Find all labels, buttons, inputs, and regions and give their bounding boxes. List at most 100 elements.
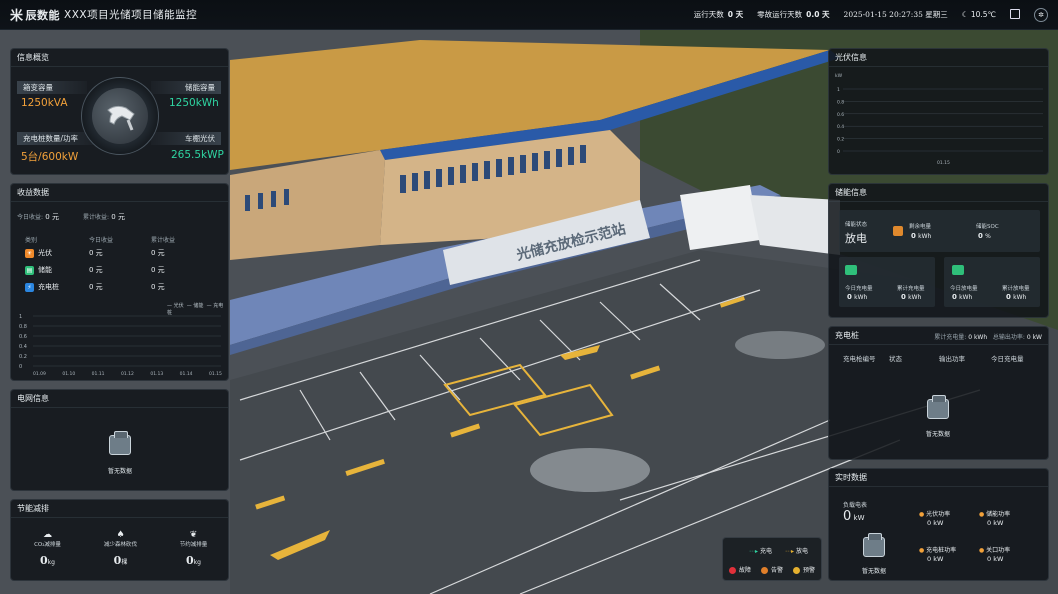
income-head-total: 累计收益 bbox=[151, 237, 176, 244]
sun-icon: ☀ bbox=[25, 248, 34, 258]
storage-soc-label: 储能SOC bbox=[976, 224, 999, 230]
y-tick-label: 0.8 bbox=[19, 324, 27, 330]
realtime-title: 实时数据 bbox=[829, 469, 1048, 487]
x-tick-label: 01.14 bbox=[180, 371, 193, 377]
charger-col-id: 充电枪编号 bbox=[843, 355, 876, 363]
y-tick-label: 1 bbox=[19, 314, 22, 320]
discharge-line-icon: ⋯▸ bbox=[785, 548, 795, 555]
x-tick-label: 01.11 bbox=[92, 371, 105, 377]
charger-col-today: 今日充电量 bbox=[991, 355, 1024, 363]
energy-saving: ❦ 节约减排量 0kg bbox=[164, 530, 224, 567]
discharge-battery-icon bbox=[952, 265, 964, 275]
load-meter-value: 0 kW bbox=[843, 509, 865, 524]
income-today: 今日收益: 0 元 bbox=[17, 213, 59, 221]
y-tick-label: 0.8 bbox=[837, 99, 844, 105]
income-storage-total: 0 元 bbox=[151, 266, 165, 274]
rt-gate-power: ● 关口功率 bbox=[979, 547, 1011, 554]
storage-status-value: 放电 bbox=[845, 232, 867, 245]
rt-charger-value: 0 kW bbox=[927, 555, 944, 563]
charger-summary: 累计充电量: 0 kWh 总输出功率: 0 kW bbox=[934, 334, 1042, 341]
empty-box-icon bbox=[109, 431, 131, 455]
overview-panel: 信息概览 箱变容量 1250kVA 储能容量 1250kWh 充电桩数量/功率 … bbox=[10, 48, 229, 175]
storage-status-label: 储能状态 bbox=[845, 222, 868, 228]
storage-today-charge-label: 今日充电量 bbox=[845, 286, 873, 292]
charger-gun-graphic bbox=[81, 77, 159, 155]
weather: ☾ 10.5℃ bbox=[961, 10, 996, 19]
grid-title: 电网信息 bbox=[11, 390, 228, 408]
empty-box-icon bbox=[927, 395, 949, 419]
bulb-icon: ● bbox=[979, 511, 985, 518]
rt-charger-power: ● 充电桩功率 bbox=[919, 547, 957, 554]
energy-panel: 节能减排 ☁ CO₂减排量 0kg ♠ 减少森林砍伐 0棵 ❦ 节约减排量 0k… bbox=[10, 499, 229, 581]
x-tick-label: 01.12 bbox=[121, 371, 134, 377]
y-tick-label: 0.4 bbox=[19, 344, 27, 350]
weather-icon: ☾ bbox=[961, 10, 969, 19]
grid-panel: 电网信息 暂无数据 bbox=[10, 389, 229, 491]
storage-today-discharge-label: 今日放电量 bbox=[950, 286, 978, 292]
energy-forest: ♠ 减少森林砍伐 0棵 bbox=[91, 530, 151, 567]
income-pv-total: 0 元 bbox=[151, 249, 165, 257]
scene-legend: ⋯▸ 充电 ⋯▸ 放电 故障 告警 预警 bbox=[722, 537, 822, 581]
fullscreen-button[interactable] bbox=[1010, 8, 1020, 21]
realtime-empty-text: 暂无数据 bbox=[861, 568, 886, 575]
charge-battery-icon bbox=[845, 265, 857, 275]
transformer-label: 箱变容量 bbox=[17, 81, 87, 94]
legend-fault: 故障 bbox=[729, 565, 751, 574]
rt-pv-value: 0 kW bbox=[927, 519, 944, 527]
income-chart: 1 0.8 0.6 0.4 0.2 0 01.09 01.10 01.11 01.12 01.13 0… bbox=[19, 314, 222, 377]
charger-value: 5台/600kW bbox=[21, 151, 79, 163]
storage-today-discharge-value: 0 kWh bbox=[952, 293, 973, 301]
income-pv-today: 0 元 bbox=[89, 249, 103, 257]
load-meter-label: 负载电表 bbox=[843, 502, 868, 509]
income-charger-today: 0 元 bbox=[89, 283, 103, 291]
income-panel: 收益数据 今日收益: 0 元 累计收益: 0 元 类别 今日收益 累计收益 ☀ 光… bbox=[10, 183, 229, 381]
datetime: 2025-01-15 20:27:35 星期三 bbox=[843, 10, 948, 19]
charger-empty-text: 暂无数据 bbox=[925, 431, 950, 438]
tree-icon: ♠ bbox=[116, 530, 125, 540]
empty-box-icon bbox=[863, 533, 885, 557]
brand: 米 辰数能 XXX项目光储项目储能监控 bbox=[10, 5, 197, 25]
storage-panel: 储能信息 储能状态 放电 剩余电量 0 kWh 储能SOC 0 % 今日充电量 … bbox=[828, 183, 1049, 318]
run-days: 运行天数 0 天 bbox=[693, 10, 744, 19]
y-tick-label: 0.2 bbox=[837, 137, 844, 143]
safe-days: 零故运行天数 0.0 天 bbox=[757, 10, 830, 19]
x-tick-label: 01.15 bbox=[209, 371, 222, 377]
rt-storage-power: ● 储能功率 bbox=[979, 511, 1011, 518]
storage-remain-value: 0 kWh bbox=[911, 232, 932, 240]
charge-line-icon: ⋯▸ bbox=[749, 548, 759, 555]
legend-discharge: ⋯▸ 放电 bbox=[785, 548, 808, 555]
settings-button[interactable]: ✲ bbox=[1034, 7, 1048, 22]
rt-storage-value: 0 kW bbox=[987, 519, 1004, 527]
legend-alarm: 告警 bbox=[761, 565, 783, 574]
storage-remain-label: 剩余电量 bbox=[909, 224, 932, 230]
overview-title: 信息概览 bbox=[11, 49, 228, 67]
y-tick-label: 0.2 bbox=[19, 354, 27, 360]
x-tick-label: 01.15 bbox=[937, 160, 950, 166]
y-tick-label: 1 bbox=[837, 87, 840, 93]
grid-empty-text: 暂无数据 bbox=[107, 468, 132, 475]
leaf-icon: ❦ bbox=[189, 530, 198, 540]
storage-total-discharge-label: 累计放电量 bbox=[1002, 286, 1030, 292]
income-row-pv: ☀ 光伏 bbox=[25, 248, 52, 258]
y-axis-label: kW bbox=[835, 73, 843, 79]
y-tick-label: 0.4 bbox=[837, 124, 844, 130]
cloud-icon: ☁ bbox=[43, 530, 52, 540]
storage-charge-card: 今日充电量 0 kWh 累计充电量 0 kWh bbox=[839, 257, 935, 307]
x-tick-label: 01.10 bbox=[62, 371, 75, 377]
rt-gate-value: 0 kW bbox=[987, 555, 1004, 563]
realtime-panel: 实时数据 负载电表 0 kW 暂无数据 ● 光伏功率 0 kW ● 储能功率 0… bbox=[828, 468, 1049, 581]
carport-value: 265.5kWP bbox=[171, 149, 224, 161]
charger-label: 充电桩数量/功率 bbox=[17, 132, 95, 145]
fault-dot-icon bbox=[729, 567, 736, 574]
y-tick-label: 0.6 bbox=[19, 334, 27, 340]
brand-logo-icon: 米 bbox=[10, 9, 24, 24]
bulb-icon: ● bbox=[979, 547, 985, 554]
storage-status-card: 储能状态 放电 剩余电量 0 kWh 储能SOC 0 % bbox=[839, 210, 1040, 252]
top-bar: 米 辰数能 XXX项目光储项目储能监控 运行天数 0 天 零故运行天数 0.0 天 … bbox=[0, 0, 1058, 30]
x-tick-label: 01.13 bbox=[150, 371, 163, 377]
storage-value: 1250kWh bbox=[169, 97, 219, 109]
y-tick-label: 0 bbox=[19, 364, 22, 370]
legend-charge: ⋯▸ 充电 bbox=[749, 548, 772, 555]
warning-dot-icon bbox=[793, 567, 800, 574]
pv-title: 光伏信息 bbox=[829, 49, 1048, 67]
